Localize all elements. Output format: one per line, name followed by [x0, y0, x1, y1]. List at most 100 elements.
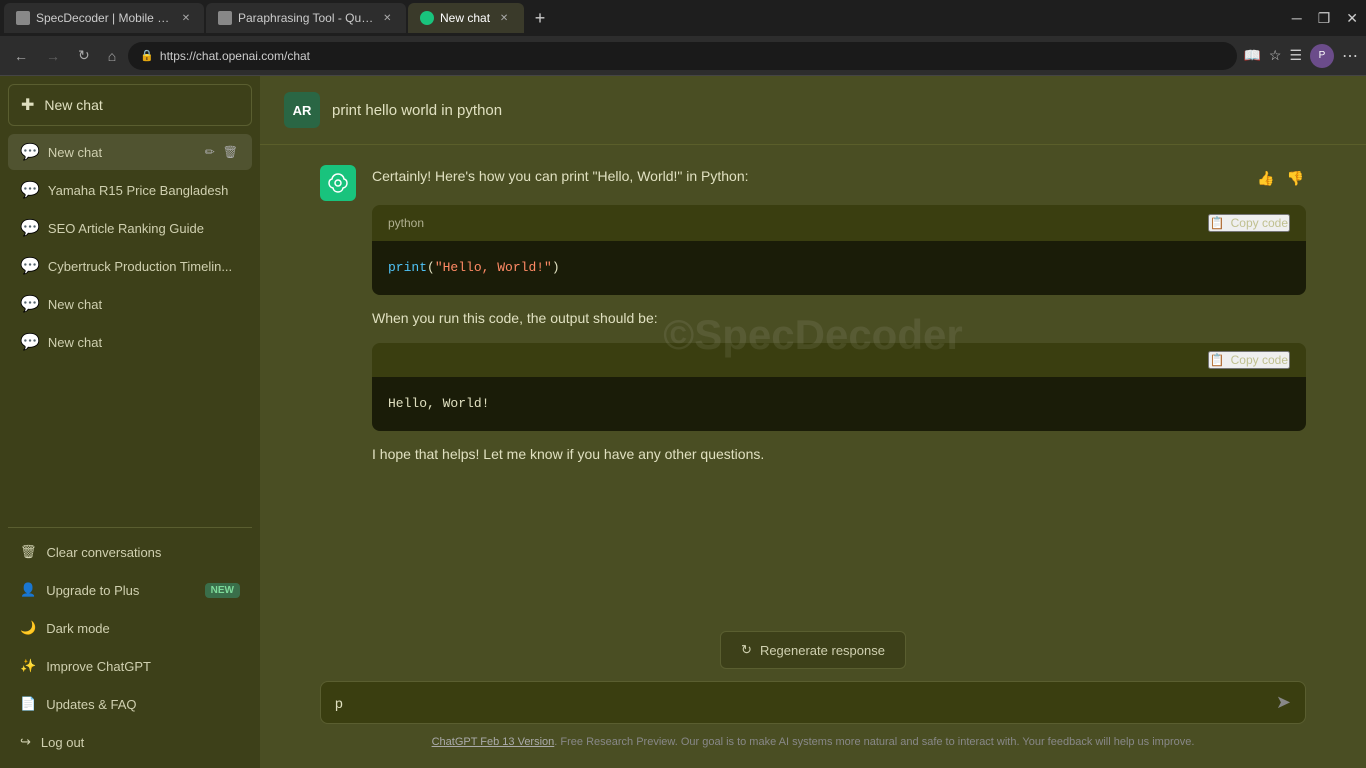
chat-icon-3: 💬 — [20, 256, 40, 276]
profile-button[interactable]: P — [1310, 44, 1334, 68]
tab-close-1[interactable]: ✕ — [180, 10, 192, 26]
copy-icon-2: 📋 — [1210, 353, 1225, 367]
tab-close-3[interactable]: ✕ — [496, 10, 512, 26]
address-controls: 📖 ☆ ☰ P ⋯ — [1243, 44, 1358, 68]
clear-conversations-label: Clear conversations — [47, 545, 162, 560]
dark-mode-button[interactable]: 🌙 Dark mode — [8, 610, 252, 646]
code-paren-close: ) — [552, 260, 560, 275]
updates-faq-label: Updates & FAQ — [46, 697, 136, 712]
more-options-button[interactable]: ⋯ — [1342, 46, 1358, 66]
lock-icon: 🔒 — [140, 49, 154, 62]
updates-faq-button[interactable]: 📄 Updates & FAQ — [8, 686, 252, 722]
assistant-message: Certainly! Here's how you can print "Hel… — [320, 165, 1306, 467]
collections-icon[interactable]: ☰ — [1289, 47, 1302, 64]
edit-chat-button[interactable]: ✏ — [203, 143, 217, 161]
restore-button[interactable]: ❐ — [1314, 6, 1335, 31]
back-button[interactable]: ← — [8, 44, 34, 68]
chat-item-4[interactable]: 💬 New chat — [8, 286, 252, 322]
user-query-display: print hello world in python — [332, 102, 502, 119]
tab-3[interactable]: New chat ✕ — [408, 3, 524, 33]
code-line-1: print("Hello, World!") — [388, 260, 560, 275]
chat-item-label-1: Yamaha R15 Price Bangladesh — [48, 183, 240, 198]
chat-item-label-0: New chat — [48, 145, 195, 160]
chat-icon-4: 💬 — [20, 294, 40, 314]
code-func: print — [388, 260, 427, 275]
address-bar: ← → ↻ ⌂ 🔒 https://chat.openai.com/chat 📖… — [0, 36, 1366, 76]
reload-button[interactable]: ↻ — [72, 43, 96, 68]
logout-icon: ↪ — [20, 734, 31, 750]
regen-label: Regenerate response — [760, 643, 885, 658]
doc-icon: 📄 — [20, 696, 36, 712]
forward-button[interactable]: → — [40, 44, 66, 68]
new-chat-button[interactable]: ✚ New chat — [8, 84, 252, 126]
new-chat-label: New chat — [44, 97, 102, 113]
upgrade-to-plus-button[interactable]: 👤 Upgrade to Plus NEW — [8, 572, 252, 608]
code-paren-open: ( — [427, 260, 435, 275]
code-string: "Hello, World!" — [435, 260, 552, 275]
tab-favicon-2 — [218, 11, 232, 25]
improve-chatgpt-button[interactable]: ✨ Improve ChatGPT — [8, 648, 252, 684]
log-out-label: Log out — [41, 735, 84, 750]
browser-chrome: SpecDecoder | Mobile Phone Pr... ✕ Parap… — [0, 0, 1366, 76]
chat-item-3[interactable]: 💬 Cybertruck Production Timelin... — [8, 248, 252, 284]
user-icon: 👤 — [20, 582, 36, 598]
tab-1[interactable]: SpecDecoder | Mobile Phone Pr... ✕ — [4, 3, 204, 33]
clear-conversations-button[interactable]: 🗑 Clear conversations — [8, 534, 252, 570]
chat-input[interactable] — [335, 695, 1268, 711]
log-out-button[interactable]: ↪ Log out — [8, 724, 252, 760]
reading-view-icon[interactable]: 📖 — [1243, 47, 1260, 64]
delete-chat-button[interactable]: 🗑 — [221, 143, 240, 161]
chat-input-row: ➤ — [320, 681, 1306, 724]
chat-item-5[interactable]: 💬 New chat — [8, 324, 252, 360]
code-block-1-header: python 📋 Copy code — [372, 205, 1306, 241]
copy-code-2-button[interactable]: 📋 Copy code — [1208, 351, 1290, 369]
code-block-1-body: print("Hello, World!") — [372, 241, 1306, 295]
chat-item-actions-0: ✏ 🗑 — [203, 143, 240, 161]
code-block-1: python 📋 Copy code print("Hello, World!"… — [372, 205, 1306, 295]
between-text: When you run this code, the output shoul… — [372, 307, 1306, 331]
copy-icon-1: 📋 — [1210, 216, 1225, 230]
footer-note: ChatGPT Feb 13 Version. Free Research Pr… — [432, 736, 1195, 748]
chatgpt-version-link[interactable]: ChatGPT Feb 13 Version — [432, 736, 555, 748]
chat-item-label-2: SEO Article Ranking Guide — [48, 221, 240, 236]
dark-mode-label: Dark mode — [46, 621, 110, 636]
trash-icon: 🗑 — [20, 544, 37, 560]
minimize-button[interactable]: ─ — [1288, 6, 1306, 30]
thumbs-up-button[interactable]: 👍 — [1255, 165, 1276, 193]
url-bar[interactable]: 🔒 https://chat.openai.com/chat — [128, 42, 1237, 70]
code-block-2-header: 📋 Copy code — [372, 343, 1306, 377]
tab-2[interactable]: Paraphrasing Tool - QuillBot AI ✕ — [206, 3, 406, 33]
sidebar-divider — [8, 527, 252, 528]
chat-header: AR print hello world in python — [260, 76, 1366, 145]
chat-icon-0: 💬 — [20, 142, 40, 162]
new-badge: NEW — [205, 583, 240, 598]
chat-item-label-3: Cybertruck Production Timelin... — [48, 259, 240, 274]
tab-title-2: Paraphrasing Tool - QuillBot AI — [238, 11, 375, 25]
url-text: https://chat.openai.com/chat — [160, 49, 310, 63]
chat-item-label-5: New chat — [48, 335, 240, 350]
thumbs-down-button[interactable]: 👎 — [1285, 165, 1306, 193]
closing-text: I hope that helps! Let me know if you ha… — [372, 443, 1306, 467]
chat-item-2[interactable]: 💬 SEO Article Ranking Guide — [8, 210, 252, 246]
chat-messages: ©SpecDecoder Certainly! Here's how you c… — [260, 145, 1366, 619]
regenerate-response-button[interactable]: ↻ Regenerate response — [720, 631, 906, 669]
chat-item-1[interactable]: 💬 Yamaha R15 Price Bangladesh — [8, 172, 252, 208]
home-button[interactable]: ⌂ — [102, 44, 122, 68]
code-lang-1: python — [388, 213, 424, 233]
chat-list: 💬 New chat ✏ 🗑 💬 Yamaha R15 Price Bangla… — [8, 134, 252, 521]
chat-icon-5: 💬 — [20, 332, 40, 352]
improve-chatgpt-label: Improve ChatGPT — [46, 659, 151, 674]
favorites-icon[interactable]: ☆ — [1269, 47, 1282, 64]
chat-footer: ↻ Regenerate response ➤ ChatGPT Feb 13 V… — [260, 619, 1366, 768]
chat-item-0[interactable]: 💬 New chat ✏ 🗑 — [8, 134, 252, 170]
moon-icon: 🌙 — [20, 620, 36, 636]
star-icon: ✨ — [20, 658, 36, 674]
close-window-button[interactable]: ✕ — [1342, 6, 1362, 31]
tab-close-2[interactable]: ✕ — [381, 10, 394, 26]
new-tab-button[interactable]: + — [526, 4, 554, 32]
copy-code-1-button[interactable]: 📋 Copy code — [1208, 214, 1290, 232]
chat-item-label-4: New chat — [48, 297, 240, 312]
code-block-2-body: Hello, World! — [372, 377, 1306, 431]
copy-label-2: Copy code — [1231, 353, 1288, 367]
send-button[interactable]: ➤ — [1276, 692, 1291, 713]
